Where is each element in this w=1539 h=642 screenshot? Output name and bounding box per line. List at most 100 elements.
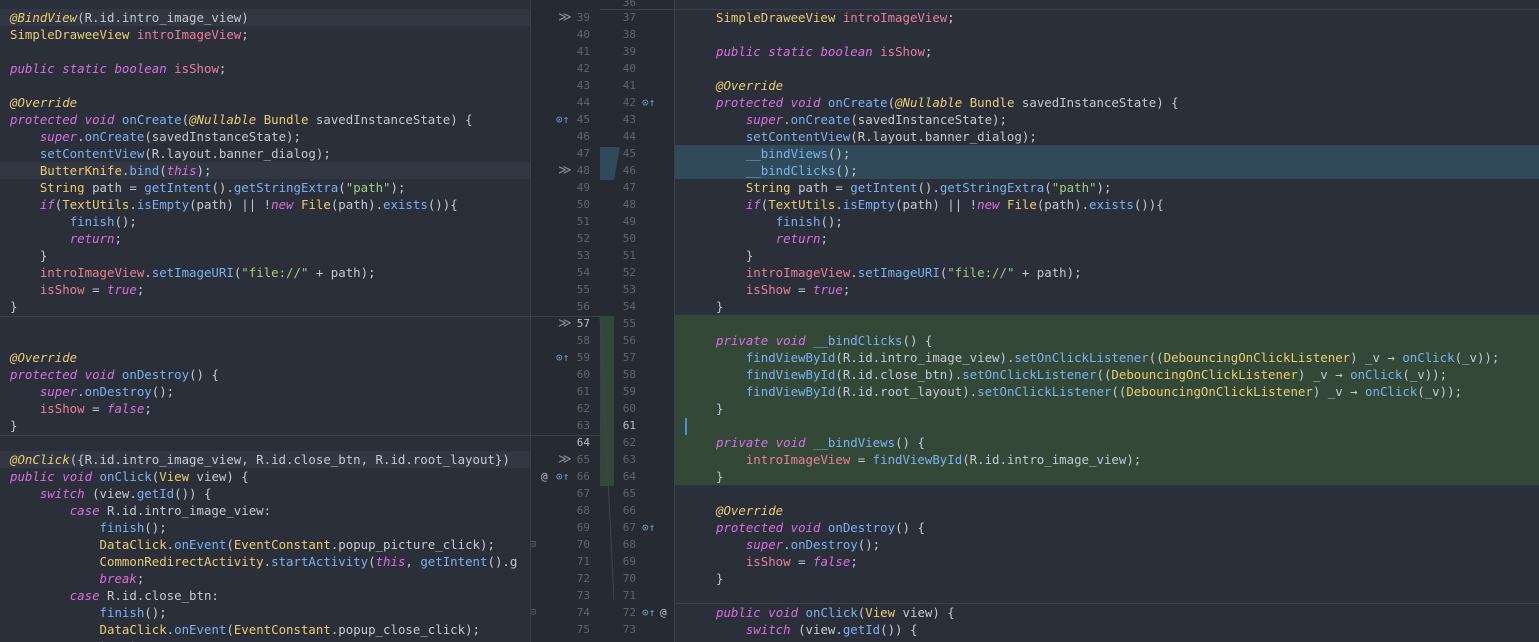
code-line[interactable]: public void onClick(View view) { (0, 468, 530, 485)
code-line[interactable]: @Override (674, 502, 1539, 519)
code-line[interactable]: DataClick.onEvent(EventConstant.popup_pi… (0, 536, 530, 553)
code-text: } (716, 299, 724, 314)
code-line[interactable] (0, 434, 530, 451)
code-line[interactable]: } (0, 298, 530, 315)
code-line[interactable]: isShow = true; (674, 281, 1539, 298)
code-text: super.onDestroy(); (745, 537, 881, 552)
code-line[interactable]: @OnClick({R.id.intro_image_view, R.id.cl… (0, 451, 530, 468)
code-line[interactable]: private void __bindClicks() { (674, 332, 1539, 349)
code-line[interactable]: String path = getIntent().getStringExtra… (0, 179, 530, 196)
code-line[interactable]: CommonRedirectActivity.startActivity(thi… (0, 553, 530, 570)
code-line[interactable]: break; (0, 638, 530, 642)
code-line[interactable]: setContentView(R.layout.banner_dialog); (674, 128, 1539, 145)
code-line[interactable]: String path = getIntent().getStringExtra… (674, 179, 1539, 196)
code-line[interactable]: @BindView(R.id.intro_image_view) (0, 9, 530, 26)
code-line[interactable]: if(TextUtils.isEmpty(path) || !new File(… (0, 196, 530, 213)
code-line[interactable]: introImageView.setImageURI("file://" + p… (0, 264, 530, 281)
code-text: String path = getIntent().getStringExtra… (39, 180, 406, 195)
code-line[interactable]: public static boolean isShow; (674, 43, 1539, 60)
code-line[interactable]: findViewById(R.id.close_btn).setOnClickL… (674, 366, 1539, 383)
code-line[interactable]: @Override (0, 349, 530, 366)
code-line[interactable]: case R.id.intro_image_view: (0, 502, 530, 519)
code-line[interactable]: isShow = true; (0, 281, 530, 298)
code-line[interactable]: super.onDestroy(); (0, 383, 530, 400)
code-line[interactable]: super.onDestroy(); (674, 536, 1539, 553)
code-line[interactable]: protected void onCreate(@Nullable Bundle… (0, 111, 530, 128)
code-line[interactable]: findViewById(R.id.intro_image_view).setO… (674, 349, 1539, 366)
code-text: @Override (716, 503, 784, 518)
code-line[interactable]: return; (674, 230, 1539, 247)
code-line[interactable]: finish(); (0, 604, 530, 621)
right-editor-pane[interactable]: SimpleDraweeView introImageView; public s… (674, 0, 1539, 642)
code-line[interactable]: } (674, 468, 1539, 485)
code-line[interactable]: super.onCreate(savedInstanceState); (674, 111, 1539, 128)
code-line[interactable]: super.onCreate(savedInstanceState); (0, 128, 530, 145)
code-text: public void onClick(View view) { (10, 469, 249, 484)
code-text: @Override (10, 350, 78, 365)
code-line[interactable]: DataClick.onEvent(EventConstant.popup_cl… (0, 621, 530, 638)
code-line[interactable]: ButterKnife.bind(this); (0, 162, 530, 179)
code-line[interactable]: } (0, 247, 530, 264)
code-line[interactable]: switch (view.getId()) { (0, 485, 530, 502)
code-line[interactable]: public void onClick(View view) { (674, 604, 1539, 621)
code-line[interactable]: __bindClicks(); (674, 162, 1539, 179)
code-line[interactable]: case R.id.close_btn: (0, 587, 530, 604)
code-line[interactable]: finish(); (674, 213, 1539, 230)
code-line[interactable]: setContentView(R.layout.banner_dialog); (0, 145, 530, 162)
code-line[interactable]: } (674, 570, 1539, 587)
code-line[interactable]: isShow = false; (0, 400, 530, 417)
code-text: @Override (10, 95, 78, 110)
code-line[interactable] (674, 26, 1539, 43)
code-text: return; (69, 231, 122, 246)
code-text: if(TextUtils.isEmpty(path) || !new File(… (745, 197, 1164, 212)
code-line[interactable]: } (674, 298, 1539, 315)
pane-divider[interactable] (530, 0, 531, 642)
code-line[interactable] (0, 315, 530, 332)
code-line[interactable]: @Override (0, 94, 530, 111)
code-line[interactable] (674, 485, 1539, 502)
code-line[interactable] (0, 43, 530, 60)
code-line[interactable] (0, 77, 530, 94)
code-line[interactable]: SimpleDraweeView introImageView; (674, 9, 1539, 26)
pane-divider[interactable] (674, 0, 675, 642)
code-line[interactable]: SimpleDraweeView introImageView; (0, 26, 530, 43)
code-text: findViewById(R.id.intro_image_view).setO… (745, 350, 1500, 365)
code-line[interactable]: findViewById(R.id.root_layout).setOnClic… (674, 383, 1539, 400)
code-line[interactable] (674, 587, 1539, 604)
code-line[interactable]: __bindViews(); (674, 145, 1539, 162)
code-text: private void __bindClicks() { (716, 333, 933, 348)
text-caret (685, 418, 687, 435)
code-text: introImageView = findViewById(R.id.intro… (745, 452, 1142, 467)
code-line[interactable]: if(TextUtils.isEmpty(path) || !new File(… (674, 196, 1539, 213)
code-line[interactable]: switch (view.getId()) { (674, 621, 1539, 638)
code-line[interactable]: } (674, 400, 1539, 417)
code-line[interactable]: return; (0, 230, 530, 247)
code-text: finish(); (69, 214, 137, 229)
code-line[interactable]: break; (0, 570, 530, 587)
code-line[interactable] (674, 315, 1539, 332)
code-line[interactable]: } (674, 247, 1539, 264)
code-line[interactable]: finish(); (0, 519, 530, 536)
code-text: SimpleDraweeView introImageView; (716, 10, 955, 25)
code-line[interactable]: introImageView = findViewById(R.id.intro… (674, 451, 1539, 468)
code-line[interactable]: isShow = false; (674, 553, 1539, 570)
code-line[interactable]: introImageView.setImageURI("file://" + p… (674, 264, 1539, 281)
left-editor-pane[interactable]: @BindView(R.id.intro_image_view) SimpleDr… (0, 0, 530, 642)
code-text: __bindViews(); (745, 146, 851, 161)
code-line[interactable]: protected void onDestroy() { (674, 519, 1539, 536)
code-line[interactable]: } (0, 417, 530, 434)
code-line[interactable]: protected void onDestroy() { (0, 366, 530, 383)
code-text: switch (view.getId()) { (39, 486, 212, 501)
diff-block-separator (600, 9, 1539, 10)
changed-block-connector (600, 147, 620, 180)
code-line[interactable] (674, 60, 1539, 77)
code-line[interactable]: @Override (674, 77, 1539, 94)
code-line[interactable]: finish(); (0, 213, 530, 230)
code-line[interactable]: protected void onCreate(@Nullable Bundle… (674, 94, 1539, 111)
code-line[interactable] (0, 332, 530, 349)
code-line[interactable]: private void __bindViews() { (674, 434, 1539, 451)
code-line[interactable] (674, 417, 1539, 434)
code-text: } (10, 248, 48, 263)
code-text: @BindView(R.id.intro_image_view) (10, 10, 249, 25)
code-line[interactable]: public static boolean isShow; (0, 60, 530, 77)
